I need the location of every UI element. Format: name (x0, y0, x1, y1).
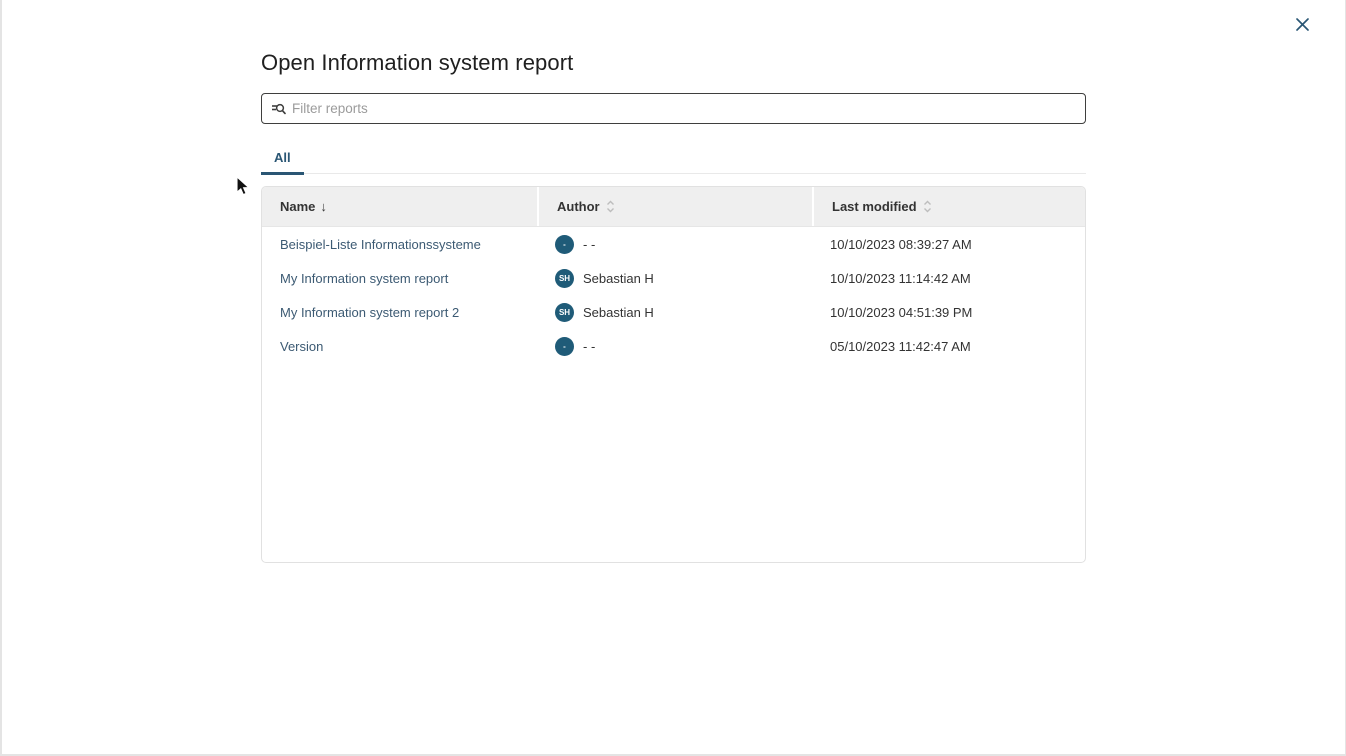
sort-toggle-icon (606, 200, 615, 213)
tab-all-label: All (274, 150, 291, 165)
sort-descending-icon: ↓ (320, 199, 327, 214)
filter-reports-input[interactable] (292, 101, 1076, 116)
author-name: Sebastian H (583, 271, 654, 286)
last-modified-cell: 10/10/2023 04:51:39 PM (812, 305, 1085, 320)
author-avatar: SH (555, 269, 574, 288)
close-icon (1295, 17, 1310, 37)
mouse-cursor (236, 176, 253, 203)
last-modified-cell: 05/10/2023 11:42:47 AM (812, 339, 1085, 354)
sort-toggle-icon (923, 200, 932, 213)
report-name-link[interactable]: Beispiel-Liste Informationssysteme (280, 237, 481, 252)
report-name-link[interactable]: My Information system report (280, 271, 448, 286)
report-name-cell: Beispiel-Liste Informationssysteme (262, 237, 537, 252)
author-cell: -- - (537, 337, 812, 356)
last-modified-cell: 10/10/2023 08:39:27 AM (812, 237, 1085, 252)
author-name: - - (583, 339, 595, 354)
author-avatar: - (555, 235, 574, 254)
report-name-cell: My Information system report (262, 271, 537, 286)
author-name: - - (583, 237, 595, 252)
column-header-author-label: Author (557, 199, 600, 214)
table-row[interactable]: My Information system report SH Sebastian … (262, 261, 1085, 295)
report-name-cell: My Information system report 2 (262, 305, 537, 320)
filter-search-icon (271, 102, 286, 116)
last-modified-cell: 10/10/2023 11:14:42 AM (812, 271, 1085, 286)
dialog-title: Open Information system report (261, 50, 1086, 76)
author-avatar: SH (555, 303, 574, 322)
author-cell: SH Sebastian H (537, 303, 812, 322)
column-header-author[interactable]: Author (537, 187, 812, 226)
table-row[interactable]: My Information system report 2 SH Sebastia… (262, 295, 1085, 329)
reports-table-body: Beispiel-Liste Informationssysteme-- -10… (262, 227, 1085, 363)
report-name-link[interactable]: My Information system report 2 (280, 305, 459, 320)
table-row[interactable]: Version-- -05/10/2023 11:42:47 AM (262, 329, 1085, 363)
close-button[interactable] (1291, 16, 1313, 38)
reports-table: Name ↓ Author Last modified (261, 186, 1086, 563)
report-name-cell: Version (262, 339, 537, 354)
report-name-link[interactable]: Version (280, 339, 323, 354)
column-header-name[interactable]: Name ↓ (262, 187, 537, 226)
report-tabs: All (261, 140, 1086, 174)
filter-reports-box[interactable] (261, 93, 1086, 124)
tab-all[interactable]: All (261, 140, 304, 174)
author-cell: SH Sebastian H (537, 269, 812, 288)
open-report-dialog: Open Information system report All Name … (261, 50, 1086, 563)
author-name: Sebastian H (583, 305, 654, 320)
column-header-last-modified[interactable]: Last modified (812, 187, 1085, 226)
author-cell: -- - (537, 235, 812, 254)
author-avatar: - (555, 337, 574, 356)
column-header-name-label: Name (280, 199, 315, 214)
column-header-last-modified-label: Last modified (832, 199, 917, 214)
table-row[interactable]: Beispiel-Liste Informationssysteme-- -10… (262, 227, 1085, 261)
reports-table-header: Name ↓ Author Last modified (262, 187, 1085, 227)
